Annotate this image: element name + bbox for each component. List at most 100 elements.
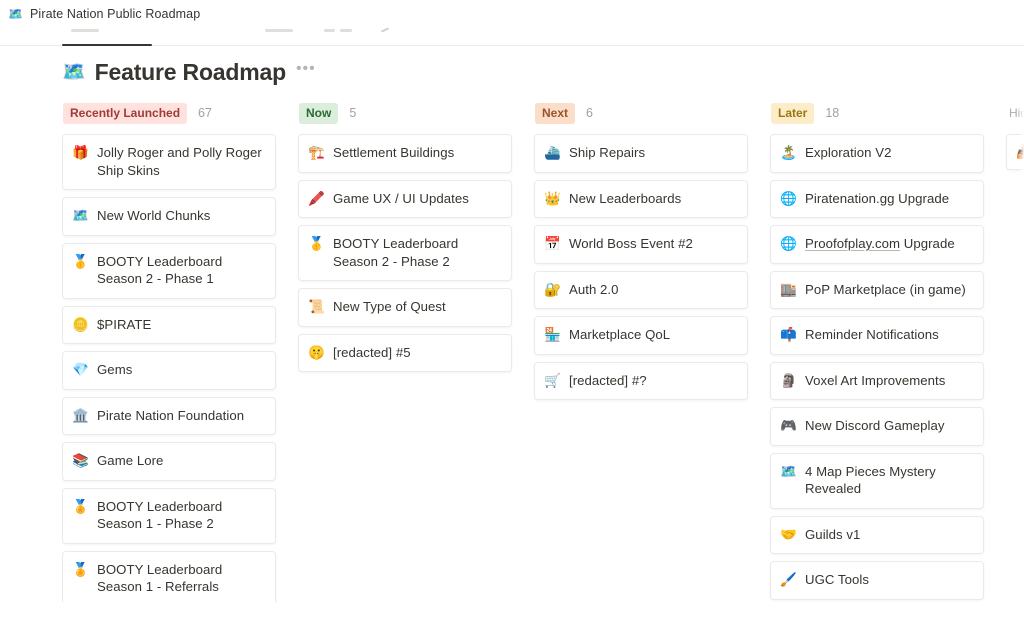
board-card[interactable]: 📅 World Boss Event #2 (534, 225, 748, 264)
card-title: Reminder Notifications (805, 327, 939, 342)
active-tab-underline (62, 43, 152, 46)
board-card[interactable]: 🎁 Jolly Roger and Polly Roger Ship Skins (62, 134, 276, 190)
board-card[interactable]: 🏗️ Settlement Buildings (298, 134, 512, 173)
board-card[interactable]: 🏝️ Exploration V2 (770, 134, 984, 173)
page-title: Feature Roadmap (94, 59, 286, 85)
board-column-later[interactable]: Later 18 🏝️ Exploration V2 🌐 Piratenation.gg … (770, 102, 984, 602)
books-icon: 📚 (72, 453, 89, 468)
board-card[interactable]: 🪙 $PIRATE (62, 305, 276, 344)
card-list-now: 🏗️ Settlement Buildings 🖍️ Game UX / UI Upd… (298, 134, 512, 372)
view-tab-strip[interactable] (0, 27, 1024, 48)
board-card[interactable]: 🔐 Auth 2.0 (534, 270, 748, 309)
tab-placeholder-1[interactable] (71, 29, 99, 32)
board-card[interactable]: 🌐 Proofofplay.com Upgrade (770, 225, 984, 264)
board-card[interactable]: 💎 Gems (62, 351, 276, 390)
favicon-icon: 🗺️ (8, 6, 23, 21)
coin-icon: 🪙 (72, 316, 89, 332)
board-card[interactable]: 🖌️ UGC Tools (770, 561, 984, 600)
board-column-hidden[interactable]: Hidden 📥No S (1006, 102, 1024, 602)
browser-tab-title: Pirate Nation Public Roadmap (30, 6, 201, 21)
column-count-later: 18 (825, 106, 840, 120)
tab-placeholder-2[interactable] (265, 29, 293, 32)
handshake-icon: 🤝 (780, 526, 797, 542)
column-header-next[interactable]: Next 6 (534, 102, 748, 124)
board-card[interactable]: 🏛️ Pirate Nation Foundation (62, 396, 276, 435)
column-badge-recently_launched[interactable]: Recently Launched (63, 102, 188, 124)
board-card[interactable]: 🥇 BOOTY Leaderboard Season 2 - Phase 2 (298, 225, 512, 281)
board-card[interactable]: 🌐 Piratenation.gg Upgrade (770, 179, 984, 218)
board-card[interactable]: 📚 Game Lore (62, 442, 276, 481)
column-badge-later[interactable]: Later (771, 102, 815, 124)
board-card[interactable]: 👑 New Leaderboards (534, 179, 748, 218)
board-card[interactable]: 🏅 BOOTY Leaderboard Season 1 - Phase 2 (62, 487, 276, 544)
column-header-now[interactable]: Now 5 (298, 102, 512, 124)
medal-icon: 🥇 (308, 236, 325, 251)
card-title: BOOTY Leaderboard Season 1 - Referrals (97, 561, 223, 595)
column-badge-now[interactable]: Now (299, 102, 339, 124)
column-header-hidden[interactable]: Hidden (1006, 102, 1024, 124)
board-column-now[interactable]: Now 5 🏗️ Settlement Buildings 🖍️ Game UX / UI… (298, 102, 512, 602)
scroll-icon: 📜 (308, 299, 325, 314)
column-badge-hidden[interactable]: Hidden (1007, 103, 1024, 124)
card-title: World Boss Event #2 (569, 236, 693, 251)
card-title: 4 Map Pieces Mystery Revealed (805, 463, 936, 497)
tab-placeholder-4[interactable] (340, 29, 352, 32)
sports-medal-icon: 🏅 (72, 498, 89, 514)
card-title: $PIRATE (97, 316, 152, 332)
board-card[interactable]: 📥No S (1006, 134, 1024, 170)
card-title: Marketplace QoL (569, 327, 671, 342)
card-title: New Discord Gameplay (805, 418, 945, 433)
column-header-recently_launched[interactable]: Recently Launched 67 (62, 102, 276, 124)
browser-title-bar: 🗺️ Pirate Nation Public Roadmap (0, 0, 1024, 27)
shopping-cart-icon: 🛒 (544, 372, 561, 388)
card-list-next: ⛴️ Ship Repairs 👑 New Leaderboards 📅 World Bo… (534, 134, 748, 400)
board-card[interactable]: 🖍️ Game UX / UI Updates (298, 179, 512, 218)
classical-building-icon: 🏛️ (72, 407, 89, 423)
card-title: [redacted] #5 (333, 344, 411, 360)
board-card[interactable]: ⛴️ Ship Repairs (534, 134, 748, 173)
board-card[interactable]: 🤫 [redacted] #5 (298, 333, 512, 372)
board-column-recently_launched[interactable]: Recently Launched 67 🎁 Jolly Roger and Poll… (62, 102, 276, 602)
page-more-options-button[interactable]: ••• (296, 61, 316, 84)
column-header-later[interactable]: Later 18 (770, 102, 984, 124)
board-card[interactable]: 🛒 [redacted] #? (534, 361, 748, 400)
board-card[interactable]: 📜 New Type of Quest (298, 288, 512, 327)
tab-placeholder-3[interactable] (324, 29, 335, 32)
sports-medal-icon: 🏅 (72, 561, 89, 577)
card-title: Jolly Roger and Polly Roger Ship Skins (97, 145, 262, 178)
board-card[interactable]: 📫 Reminder Notifications (770, 316, 984, 355)
card-title: New Leaderboards (569, 190, 682, 206)
column-count-recently_launched: 67 (198, 106, 212, 120)
board-card[interactable]: 🥇 BOOTY Leaderboard Season 2 - Phase 1 (62, 242, 276, 299)
tab-placeholder-5[interactable] (380, 27, 390, 33)
board-card[interactable]: 🤝 Guilds v1 (770, 515, 984, 554)
statue-icon: 🗿 (780, 372, 797, 388)
board-card[interactable]: 🎮 New Discord Gameplay (770, 407, 984, 446)
board-column-next[interactable]: Next 6 ⛴️ Ship Repairs 👑 New Leaderboards 📅 Wor… (534, 102, 748, 602)
card-title: Exploration V2 (805, 145, 892, 160)
construction-icon: 🏗️ (308, 145, 325, 160)
card-title: Ship Repairs (569, 145, 646, 160)
crown-icon: 👑 (544, 190, 561, 206)
board-card[interactable]: 🗿 Voxel Art Improvements (770, 361, 984, 400)
board-card[interactable]: 🏪 Marketplace QoL (534, 316, 748, 355)
card-title: Gems (97, 362, 133, 377)
board-card[interactable]: 🏅 BOOTY Leaderboard Season 1 - Referrals (62, 550, 276, 602)
board-card[interactable]: 🗺️ 4 Map Pieces Mystery Revealed (770, 452, 984, 509)
tab-strip-divider (0, 45, 1024, 46)
kanban-board[interactable]: Recently Launched 67 🎁 Jolly Roger and Poll… (62, 102, 1024, 602)
board-card[interactable]: 🏬 PoP Marketplace (in game) (770, 270, 984, 309)
discord-icon: 🎮 (780, 418, 797, 433)
board-card[interactable]: 🗺️ New World Chunks (62, 197, 276, 236)
world-map-icon: 🗺️ (72, 208, 89, 223)
card-title: Voxel Art Improvements (805, 372, 946, 388)
card-title-link[interactable]: Proofofplay.com (805, 236, 900, 251)
page-header: 🗺️ Feature Roadmap ••• (62, 59, 1024, 86)
gem-icon: 💎 (72, 362, 89, 377)
lock-key-icon: 🔐 (544, 281, 561, 297)
globe-icon: 🌐 (780, 236, 797, 251)
card-title: BOOTY Leaderboard Season 2 - Phase 1 (97, 253, 223, 287)
card-title: Piratenation.gg Upgrade (805, 190, 950, 206)
column-badge-next[interactable]: Next (535, 102, 576, 124)
gift-icon: 🎁 (72, 145, 89, 160)
